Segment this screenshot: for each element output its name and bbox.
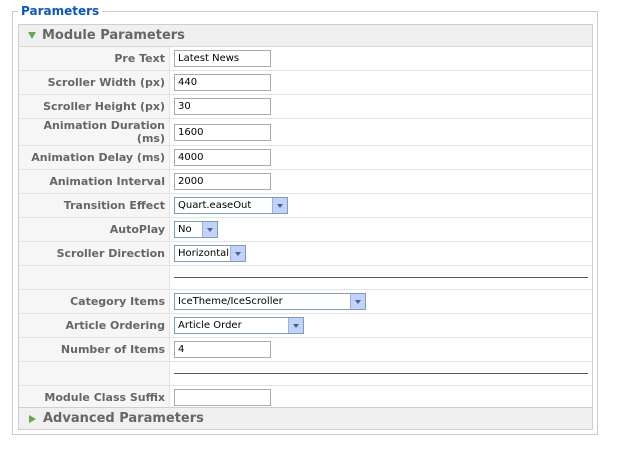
- module-class-suffix-input[interactable]: [174, 389, 271, 406]
- select-value: Quart.easeOut: [178, 200, 252, 211]
- advanced-parameters-toggle[interactable]: Advanced Parameters: [19, 408, 592, 429]
- param-label: Scroller Height (px): [19, 94, 170, 119]
- param-label: Animation Duration (ms): [19, 118, 170, 146]
- param-label: Scroller Width (px): [19, 70, 170, 95]
- animation-interval-input[interactable]: 2000: [174, 173, 271, 190]
- separator-line: [174, 277, 588, 278]
- param-row-transition-effect: Transition Effect Quart.easeOut: [19, 193, 592, 218]
- select-value: Horizontal: [178, 248, 230, 259]
- param-row-animation-interval: Animation Interval 2000: [19, 169, 592, 194]
- param-row-animation-delay: Animation Delay (ms) 4000: [19, 145, 592, 170]
- param-label: Animation Delay (ms): [19, 145, 170, 170]
- param-row-separator: [19, 361, 592, 386]
- animation-duration-input[interactable]: 1600: [174, 123, 271, 141]
- param-row-pre-text: Pre Text Latest News: [19, 47, 592, 71]
- advanced-parameters-panel: Advanced Parameters: [18, 407, 593, 430]
- select-value: IceTheme/IceScroller: [178, 296, 283, 307]
- param-label: Animation Interval: [19, 169, 170, 194]
- article-ordering-select[interactable]: Article Order: [174, 317, 304, 334]
- pre-text-input[interactable]: Latest News: [174, 50, 271, 67]
- transition-effect-select[interactable]: Quart.easeOut: [174, 197, 288, 214]
- parameters-legend: Parameters: [18, 4, 103, 18]
- number-of-items-input[interactable]: 4: [174, 341, 271, 358]
- param-row-number-of-items: Number of Items 4: [19, 337, 592, 362]
- param-row-article-ordering: Article Ordering Article Order: [19, 313, 592, 338]
- param-row-scroller-direction: Scroller Direction Horizontal: [19, 241, 592, 266]
- module-parameters-table: Pre Text Latest News Scroller Width (px)…: [19, 47, 592, 409]
- select-value: Article Order: [178, 320, 242, 331]
- chevron-down-icon[interactable]: [272, 198, 287, 213]
- param-label: Article Ordering: [19, 313, 170, 338]
- param-label: Scroller Direction: [19, 241, 170, 266]
- param-row-autoplay: AutoPlay No: [19, 217, 592, 242]
- category-items-select[interactable]: IceTheme/IceScroller: [174, 293, 366, 310]
- module-parameters-panel: Module Parameters Pre Text Latest News S…: [18, 24, 593, 410]
- chevron-down-icon[interactable]: [202, 222, 217, 237]
- module-parameters-toggle[interactable]: Module Parameters: [19, 25, 592, 47]
- select-value: No: [178, 224, 192, 235]
- scroller-direction-select[interactable]: Horizontal: [174, 245, 246, 262]
- animation-delay-input[interactable]: 4000: [174, 149, 271, 166]
- param-label: AutoPlay: [19, 217, 170, 242]
- scroller-width-input[interactable]: 440: [174, 74, 271, 91]
- triangle-right-icon: [29, 414, 36, 423]
- autoplay-select[interactable]: No: [174, 221, 218, 238]
- chevron-down-icon[interactable]: [288, 318, 303, 333]
- scroller-height-input[interactable]: 30: [174, 98, 271, 115]
- param-label: [19, 265, 170, 290]
- param-label: Number of Items: [19, 337, 170, 362]
- separator-line: [174, 373, 588, 374]
- param-row-category-items: Category Items IceTheme/IceScroller: [19, 289, 592, 314]
- param-label: Transition Effect: [19, 193, 170, 218]
- param-row-separator: [19, 265, 592, 290]
- triangle-down-icon: [28, 32, 36, 39]
- advanced-parameters-title: Advanced Parameters: [43, 411, 204, 426]
- param-row-module-class-suffix: Module Class Suffix: [19, 385, 592, 409]
- param-label: [19, 361, 170, 386]
- param-label: Category Items: [19, 289, 170, 314]
- chevron-down-icon[interactable]: [230, 246, 245, 261]
- param-label: Module Class Suffix: [19, 385, 170, 409]
- param-row-scroller-width: Scroller Width (px) 440: [19, 70, 592, 95]
- chevron-down-icon[interactable]: [350, 294, 365, 309]
- param-row-animation-duration: Animation Duration (ms) 1600: [19, 118, 592, 146]
- param-label: Pre Text: [19, 47, 170, 71]
- module-parameters-title: Module Parameters: [42, 28, 185, 43]
- param-row-scroller-height: Scroller Height (px) 30: [19, 94, 592, 119]
